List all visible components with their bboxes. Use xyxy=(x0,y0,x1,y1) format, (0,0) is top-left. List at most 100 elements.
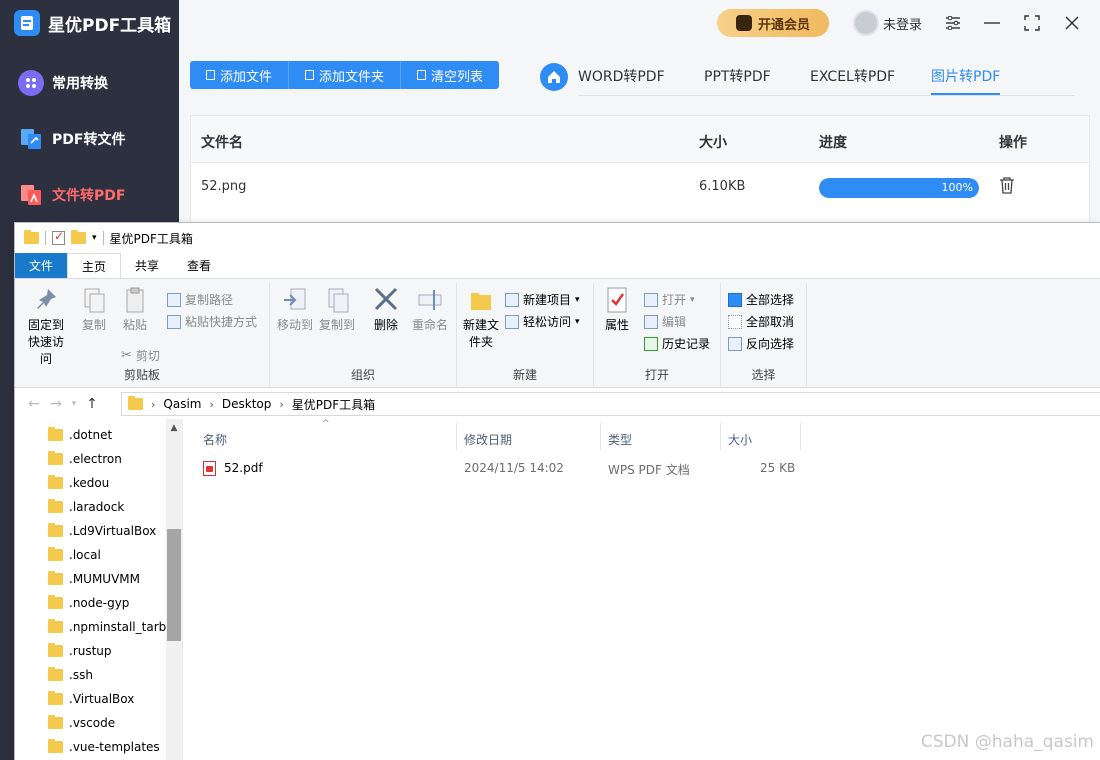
easy-access-button[interactable]: 轻松访问 ▾ xyxy=(505,313,580,330)
copy-button[interactable]: 复制 xyxy=(77,285,111,334)
tab-file[interactable]: 文件 xyxy=(15,253,68,278)
file-icon xyxy=(206,70,215,80)
tab-word-to-pdf[interactable]: WORD转PDF xyxy=(578,66,665,95)
nav-folder[interactable]: .MUMUVMM xyxy=(48,571,140,586)
pin-quick-access-button[interactable]: 固定到快速访问 xyxy=(21,285,71,368)
folder-icon xyxy=(48,499,63,513)
history-button[interactable]: 历史记录 xyxy=(644,335,710,352)
add-file-label: 添加文件 xyxy=(220,69,273,85)
recent-dropdown-icon[interactable]: ▾ xyxy=(67,399,81,409)
folder-icon xyxy=(128,396,143,410)
col-progress: 进度 xyxy=(819,135,847,151)
back-arrow-icon[interactable]: ← xyxy=(23,396,45,412)
tab-share[interactable]: 共享 xyxy=(121,253,173,278)
tab-image-to-pdf[interactable]: 图片转PDF xyxy=(931,66,1001,95)
file-name[interactable]: 52.pdf xyxy=(224,461,263,475)
add-file-button[interactable]: 添加文件 xyxy=(190,61,290,89)
nav-folder[interactable]: .local xyxy=(48,547,101,562)
settings-icon[interactable] xyxy=(942,12,964,34)
breadcrumb-desktop[interactable]: Desktop xyxy=(222,397,272,411)
nav-folder[interactable]: .vscode xyxy=(48,715,115,730)
nav-folder[interactable]: .Ld9VirtualBox xyxy=(48,523,156,538)
invert-selection-button[interactable]: 反向选择 xyxy=(728,335,794,352)
sidebar-item-file-to-pdf[interactable]: 文件转PDF xyxy=(18,182,125,208)
scroll-up-icon[interactable]: ▲ xyxy=(166,419,182,437)
copy-icon xyxy=(84,288,105,313)
nav-scrollbar[interactable]: ▲ xyxy=(166,419,182,760)
invert-selection-icon xyxy=(728,336,742,351)
user-login[interactable]: 未登录 xyxy=(853,10,922,36)
nav-folder[interactable]: .npminstall_tarba xyxy=(48,619,174,634)
vip-label: 开通会员 xyxy=(757,17,810,33)
breadcrumb-qasim[interactable]: Qasim xyxy=(163,397,201,411)
tab-ppt-to-pdf[interactable]: PPT转PDF xyxy=(704,66,771,95)
edit-button[interactable]: 编辑 xyxy=(644,313,686,330)
copy-to-button[interactable]: 复制到 xyxy=(317,285,357,334)
address-bar[interactable]: › Qasim › Desktop › 星优PDF工具箱 xyxy=(121,392,1100,416)
clear-list-button[interactable]: 清空列表 xyxy=(401,61,500,89)
nav-folder[interactable]: .rustup xyxy=(48,643,112,658)
organize-group: 移动到 复制到 删除 重命名 组织 xyxy=(270,283,457,387)
up-arrow-icon[interactable]: ↑ xyxy=(81,396,103,412)
crown-icon xyxy=(735,15,752,31)
chevron-right-icon[interactable]: › xyxy=(209,398,213,411)
col-size: 大小 xyxy=(699,135,727,151)
paste-button[interactable]: 粘贴 xyxy=(118,285,152,334)
divider[interactable] xyxy=(720,423,721,451)
forward-arrow-icon[interactable]: → xyxy=(45,396,67,412)
col-modified[interactable]: 修改日期 xyxy=(464,431,512,448)
tab-excel-to-pdf[interactable]: EXCEL转PDF xyxy=(810,66,895,95)
rename-icon xyxy=(418,290,442,310)
chevron-right-icon[interactable]: › xyxy=(151,398,155,411)
nav-folder[interactable]: .kedou xyxy=(48,475,109,490)
sidebar-item-pdf-to-file[interactable]: PDF转文件 xyxy=(18,126,125,152)
chevron-right-icon[interactable]: › xyxy=(279,398,283,411)
minimize-icon[interactable] xyxy=(981,12,1003,34)
divider[interactable] xyxy=(456,423,457,451)
vip-button[interactable]: 开通会员 xyxy=(717,9,829,37)
new-item-button[interactable]: 新建项目 ▾ xyxy=(505,291,580,308)
tab-view[interactable]: 查看 xyxy=(173,253,225,278)
open-button[interactable]: 打开 ▾ xyxy=(644,291,695,308)
nav-folder[interactable]: .dotnet xyxy=(48,427,112,442)
col-name[interactable]: 名称 xyxy=(203,431,227,448)
sidebar-item-common[interactable]: 常用转换 xyxy=(18,70,108,96)
maximize-icon[interactable] xyxy=(1021,12,1043,34)
col-type[interactable]: 类型 xyxy=(608,431,632,448)
nav-folder[interactable]: .vue-templates xyxy=(48,739,160,754)
cut-button[interactable]: ✂ 剪切 xyxy=(121,347,160,364)
new-folder-button[interactable]: 新建文件夹 xyxy=(461,285,501,351)
properties-quick-icon[interactable] xyxy=(52,229,65,245)
add-folder-button[interactable]: 添加文件夹 xyxy=(289,61,402,89)
copy-path-button[interactable]: 复制路径 xyxy=(167,291,233,308)
tab-home[interactable]: 主页 xyxy=(67,253,122,278)
home-button[interactable] xyxy=(540,63,568,91)
move-to-button[interactable]: 移动到 xyxy=(275,285,315,334)
rename-button[interactable]: 重命名 xyxy=(408,285,452,334)
paste-shortcut-button[interactable]: 粘贴快捷方式 xyxy=(167,313,257,330)
nav-folder[interactable]: .node-gyp xyxy=(48,595,129,610)
properties-button[interactable]: 属性 xyxy=(600,285,634,334)
divider[interactable] xyxy=(800,423,801,451)
close-icon[interactable] xyxy=(1061,12,1083,34)
delete-button[interactable]: 删除 xyxy=(366,285,406,334)
nav-folder[interactable]: .ssh xyxy=(48,667,93,682)
nav-folder[interactable]: .VirtualBox xyxy=(48,691,134,706)
col-size[interactable]: 大小 xyxy=(728,431,752,448)
quick-access-dropdown-icon[interactable]: ▾ xyxy=(92,233,97,243)
select-group: 全部选择 全部取消 反向选择 选择 xyxy=(721,283,807,387)
delete-icon[interactable] xyxy=(999,177,1015,198)
new-folder-quick-icon[interactable] xyxy=(71,230,86,244)
select-all-button[interactable]: 全部选择 xyxy=(728,291,794,308)
nav-folder[interactable]: .laradock xyxy=(48,499,124,514)
breadcrumb-current[interactable]: 星优PDF工具箱 xyxy=(292,396,375,413)
folder-icon xyxy=(48,571,63,585)
nav-folder[interactable]: .electron xyxy=(48,451,122,466)
select-none-button[interactable]: 全部取消 xyxy=(728,313,794,330)
copy-path-icon xyxy=(167,292,181,307)
divider[interactable] xyxy=(600,423,601,451)
delete-x-icon xyxy=(374,287,398,311)
easy-access-icon xyxy=(505,314,519,329)
paste-shortcut-label: 粘贴快捷方式 xyxy=(185,315,258,329)
scroll-thumb[interactable] xyxy=(167,529,181,641)
